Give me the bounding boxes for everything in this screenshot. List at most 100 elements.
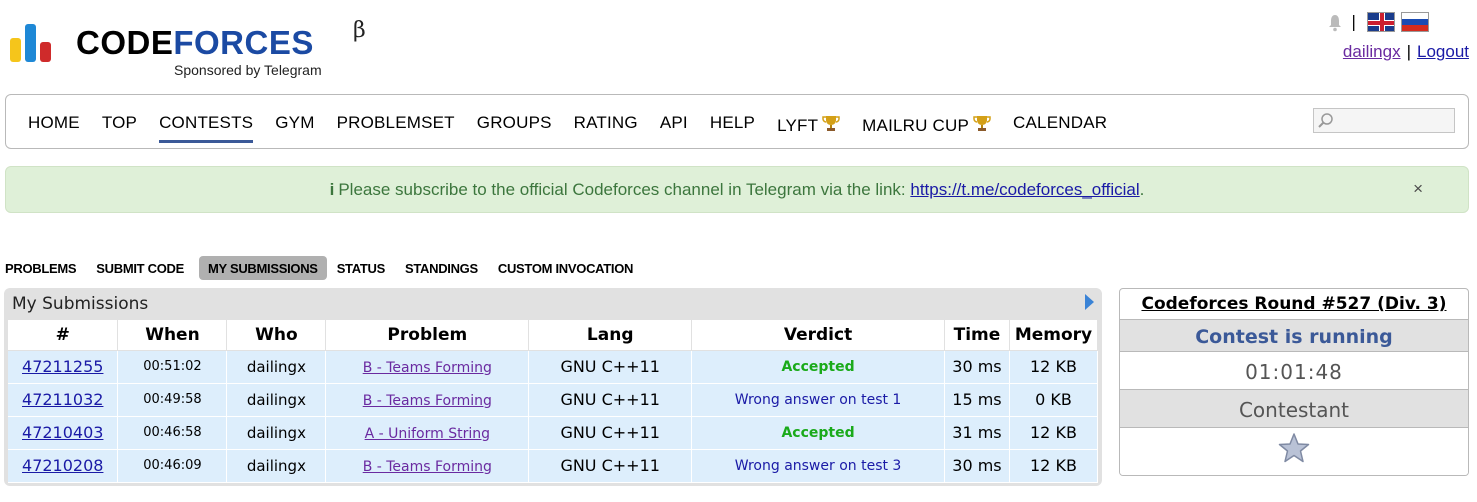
logo-wordmark: CODEFORCES <box>76 24 314 61</box>
verdict-accepted: Accepted <box>781 424 855 441</box>
column-header: Problem <box>325 320 530 351</box>
user-area: | dailingx | Logout <box>1269 10 1469 70</box>
submission-memory: 0 KB <box>1009 383 1099 417</box>
search-input[interactable] <box>1313 108 1455 133</box>
sponsor-text: Sponsored by Telegram <box>174 62 322 78</box>
submission-memory: 12 KB <box>1009 350 1099 384</box>
nav-contests[interactable]: CONTESTS <box>159 113 254 143</box>
table-header: # When Who Problem Lang Verdict Time Mem… <box>8 320 1099 351</box>
user-links: dailingx | Logout <box>1343 42 1469 62</box>
submission-lang: GNU C++11 <box>528 449 693 483</box>
search-icon <box>1318 113 1333 128</box>
alert-message: i Please subscribe to the official Codefo… <box>6 180 1468 200</box>
nav-lyft-label: LYFT <box>777 116 819 135</box>
telegram-alert: i Please subscribe to the official Codefo… <box>5 166 1469 213</box>
tab-problems[interactable]: PROBLEMS <box>0 256 86 280</box>
submission-id-link[interactable]: 47210208 <box>22 456 103 475</box>
nav-top[interactable]: TOP <box>102 113 137 136</box>
nav-problemset[interactable]: PROBLEMSET <box>337 113 455 136</box>
tab-my-submissions[interactable]: MY SUBMISSIONS <box>198 256 327 280</box>
submission-memory: 12 KB <box>1009 416 1099 450</box>
main-menu: HOME TOP CONTESTS GYM PROBLEMSET GROUPS … <box>5 94 1469 149</box>
submission-time-used: 30 ms <box>944 449 1010 483</box>
submission-id-link[interactable]: 47210403 <box>22 423 103 442</box>
submission-lang: GNU C++11 <box>528 416 693 450</box>
bell-icon[interactable] <box>1327 14 1343 32</box>
contest-title-link[interactable]: Codeforces Round #527 (Div. 3) <box>1141 294 1446 314</box>
problem-link[interactable]: B - Teams Forming <box>363 360 492 376</box>
submission-author: dailingx <box>226 449 327 483</box>
submission-author: dailingx <box>226 416 327 450</box>
my-submissions-panel: My Submissions # When Who Problem Lang V… <box>4 288 1102 486</box>
verdict-wrong-answer[interactable]: Wrong answer on test 1 <box>735 392 902 408</box>
nav-gym[interactable]: GYM <box>275 113 314 136</box>
nav-mailru-cup[interactable]: MAILRU CUP <box>862 113 991 136</box>
contest-sidebar: Codeforces Round #527 (Div. 3) Contest i… <box>1119 288 1469 476</box>
participant-role: Contestant <box>1120 389 1468 427</box>
nav-api[interactable]: API <box>660 113 688 136</box>
nav-rating[interactable]: RATING <box>574 113 638 136</box>
submission-lang: GNU C++11 <box>528 350 693 384</box>
favourite-star[interactable] <box>1120 427 1468 475</box>
trophy-icon <box>822 114 840 131</box>
verdict-accepted: Accepted <box>781 358 855 375</box>
nav-help[interactable]: HELP <box>710 113 755 136</box>
nav-lyft[interactable]: LYFT <box>777 113 840 136</box>
column-header: When <box>117 320 228 351</box>
contest-timer: 01:01:48 <box>1120 351 1468 389</box>
table-row: 47211255 00:51:02 dailingx B - Teams For… <box>8 350 1099 384</box>
panel-title: My Submissions <box>12 294 149 314</box>
verdict-wrong-answer[interactable]: Wrong answer on test 3 <box>735 458 902 474</box>
russian-flag-icon[interactable] <box>1401 12 1429 32</box>
nav-home[interactable]: HOME <box>28 113 80 136</box>
logout-link[interactable]: Logout <box>1417 42 1469 61</box>
column-header: Verdict <box>691 320 945 351</box>
uk-flag-icon[interactable] <box>1367 12 1395 32</box>
table-row: 47210208 00:46:09 dailingx B - Teams For… <box>8 449 1099 483</box>
problem-link[interactable]: B - Teams Forming <box>363 393 492 409</box>
column-header: Who <box>226 320 327 351</box>
nav-calendar[interactable]: CALENDAR <box>1013 113 1107 136</box>
column-header: Time <box>944 320 1010 351</box>
alert-text: Please subscribe to the official Codefor… <box>338 180 911 199</box>
problem-link[interactable]: B - Teams Forming <box>363 459 492 475</box>
logo-bars-icon <box>10 20 65 62</box>
info-icon: i <box>329 180 335 199</box>
username-link[interactable]: dailingx <box>1343 42 1401 61</box>
tab-standings[interactable]: STANDINGS <box>400 256 488 280</box>
telegram-link[interactable]: https://t.me/codeforces_official <box>910 180 1139 199</box>
logo-beta: β <box>353 18 366 43</box>
problem-link[interactable]: A - Uniform String <box>365 426 490 442</box>
codeforces-logo[interactable]: CODEFORCES β Sponsored by Telegram <box>10 18 380 83</box>
separator: | <box>1351 12 1357 31</box>
submission-id-link[interactable]: 47211255 <box>22 357 103 376</box>
column-header: Lang <box>528 320 693 351</box>
submission-author: dailingx <box>226 350 327 384</box>
submission-time-used: 31 ms <box>944 416 1010 450</box>
submission-id-link[interactable]: 47211032 <box>22 390 103 409</box>
trophy-icon <box>973 114 991 131</box>
alert-suffix: . <box>1139 180 1145 199</box>
submission-time: 00:51:02 <box>117 350 228 384</box>
submissions-table: # When Who Problem Lang Verdict Time Mem… <box>8 320 1099 483</box>
submission-lang: GNU C++11 <box>528 383 693 417</box>
submission-time: 00:49:58 <box>117 383 228 417</box>
submission-time-used: 30 ms <box>944 350 1010 384</box>
nav-groups[interactable]: GROUPS <box>477 113 552 136</box>
arrow-right-icon[interactable] <box>1085 294 1094 310</box>
separator: | <box>1406 42 1411 61</box>
submission-time-used: 15 ms <box>944 383 1010 417</box>
submission-author: dailingx <box>226 383 327 417</box>
submission-time: 00:46:58 <box>117 416 228 450</box>
tab-submit-code[interactable]: SUBMIT CODE <box>91 256 194 280</box>
contest-status: Contest is running <box>1120 319 1468 351</box>
column-header: Memory <box>1009 320 1099 351</box>
contest-tabs: PROBLEMS SUBMIT CODE MY SUBMISSIONS STAT… <box>0 256 648 280</box>
table-row: 47211032 00:49:58 dailingx B - Teams For… <box>8 383 1099 417</box>
submission-memory: 12 KB <box>1009 449 1099 483</box>
contest-title: Codeforces Round #527 (Div. 3) <box>1120 289 1468 319</box>
star-icon <box>1278 433 1310 463</box>
tab-custom-invocation[interactable]: CUSTOM INVOCATION <box>493 256 643 280</box>
close-icon[interactable]: × <box>1413 179 1423 199</box>
tab-status[interactable]: STATUS <box>332 256 395 280</box>
